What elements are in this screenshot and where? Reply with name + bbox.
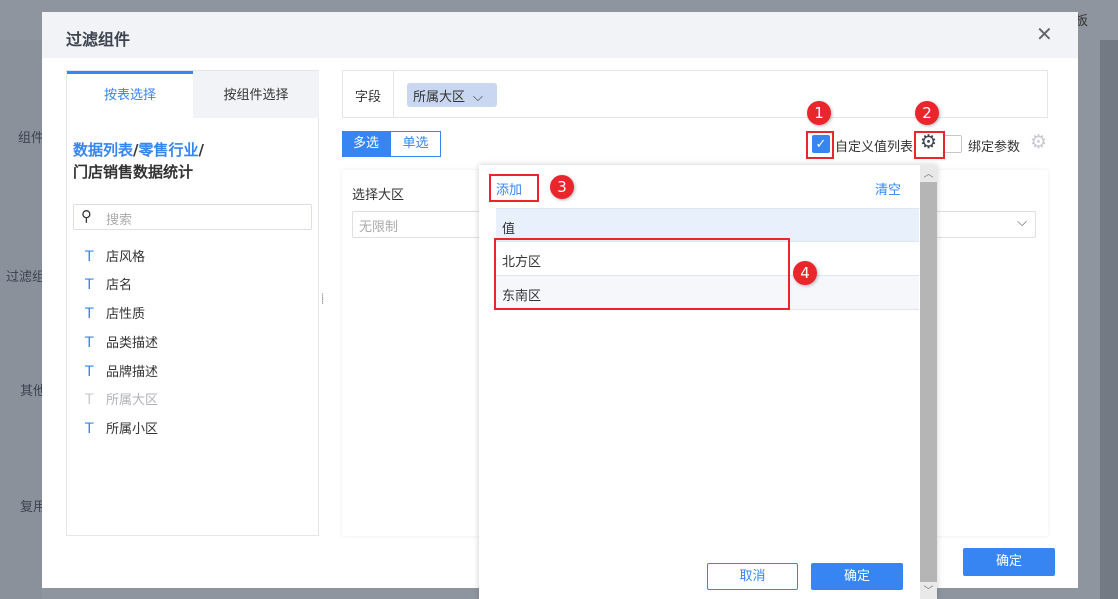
scroll-up-icon[interactable]: ︿ (920, 165, 937, 182)
field-item[interactable]: T 店性质 (85, 303, 145, 325)
custom-values-popup: 添加 清空 值 北方区 东南区 ︿ ﹀ 取消 确定 (479, 165, 937, 599)
field-item[interactable]: T 品牌描述 (85, 361, 158, 383)
confirm-button[interactable]: 确定 (811, 563, 903, 590)
bind-param-checkbox[interactable] (944, 135, 962, 153)
search-icon: ⚲ (81, 207, 92, 225)
cancel-button[interactable]: 取消 (707, 563, 798, 590)
field-tag-label: 所属大区 (413, 90, 466, 105)
gear-icon-disabled: ⚙ (1030, 131, 1048, 153)
field-label: 所属小区 (106, 422, 159, 437)
field-label: 所属大区 (106, 393, 159, 408)
select-placeholder: 无限制 (359, 220, 399, 235)
scrollbar[interactable]: ︿ ﹀ (920, 165, 937, 599)
path-sep: / (198, 141, 204, 159)
text-type-icon: T (85, 277, 94, 293)
field-item[interactable]: T 店风格 (85, 246, 145, 268)
dialog-title: 过滤组件 (66, 30, 131, 49)
background-sidebar (0, 40, 42, 599)
resize-handle-icon[interactable]: ⁞ ⁞ (321, 293, 324, 307)
field-item[interactable]: T 所属小区 (85, 418, 158, 440)
column-header: 值 (502, 222, 516, 237)
field-label: 品牌描述 (106, 365, 159, 380)
annotation-badge: 2 (915, 101, 939, 125)
annotation-box (489, 174, 539, 202)
mode-single-button[interactable]: 单选 (390, 131, 441, 157)
tab-by-table[interactable]: 按表选择 (67, 71, 193, 118)
field-label: 店名 (106, 278, 133, 293)
field-item-disabled: T 所属大区 (85, 389, 158, 411)
bind-param-label: 绑定参数 (968, 140, 1021, 155)
mode-multi-button[interactable]: 多选 (342, 131, 390, 157)
path-link-retail[interactable]: 零售行业 (139, 141, 199, 159)
chevron-down-icon: ⌵ (473, 90, 483, 105)
field-item[interactable]: T 品类描述 (85, 332, 158, 354)
field-label: 店风格 (106, 250, 146, 265)
table-path: 数据列表/零售行业/ 门店销售数据统计 (73, 139, 204, 183)
text-type-icon: T (85, 421, 94, 437)
dialog-confirm-button[interactable]: 确定 (963, 548, 1055, 576)
annotation-box (806, 131, 834, 159)
divider (393, 71, 394, 117)
search-input[interactable]: ⚲ 搜索 (73, 204, 312, 230)
field-tag[interactable]: 所属大区 ⌵ (407, 83, 497, 107)
bg-scrollbar (1100, 40, 1118, 599)
text-type-icon: T (85, 335, 94, 351)
annotation-badge: 4 (793, 261, 817, 285)
custom-list-label: 自定义值列表 (835, 140, 914, 155)
text-type-icon: T (85, 306, 94, 322)
field-label: 店性质 (106, 307, 146, 322)
clear-button[interactable]: 清空 (875, 179, 901, 198)
tab-by-component[interactable]: 按组件选择 (193, 71, 319, 118)
scroll-down-icon[interactable]: ﹀ (920, 582, 937, 599)
field-box: 字段 所属大区 ⌵ (342, 70, 1048, 118)
path-link-data-list[interactable]: 数据列表 (73, 141, 133, 159)
text-type-icon: T (85, 249, 94, 265)
bg-label: 过滤组 (6, 270, 46, 285)
close-icon[interactable]: ✕ (1036, 22, 1053, 46)
left-panel: 按表选择 按组件选择 数据列表/零售行业/ 门店销售数据统计 ⚲ 搜索 T 店风格… (66, 70, 319, 536)
bg-label: 组件 (18, 131, 45, 146)
dialog-header: 过滤组件 ✕ (42, 12, 1078, 58)
field-label: 品类描述 (106, 336, 159, 351)
table-header: 值 (496, 208, 919, 242)
field-label: 字段 (355, 90, 382, 105)
chevron-down-icon: ⌵ (1017, 215, 1027, 230)
search-placeholder: 搜索 (106, 213, 133, 228)
text-type-icon: T (85, 364, 94, 380)
annotation-badge: 1 (807, 101, 831, 125)
path-table-name: 门店销售数据统计 (73, 163, 194, 181)
annotation-box (914, 131, 945, 159)
select-label: 选择大区 (352, 188, 405, 203)
annotation-box (494, 238, 790, 310)
text-type-icon: T (85, 392, 94, 408)
field-item[interactable]: T 店名 (85, 274, 132, 296)
annotation-badge: 3 (550, 175, 574, 199)
